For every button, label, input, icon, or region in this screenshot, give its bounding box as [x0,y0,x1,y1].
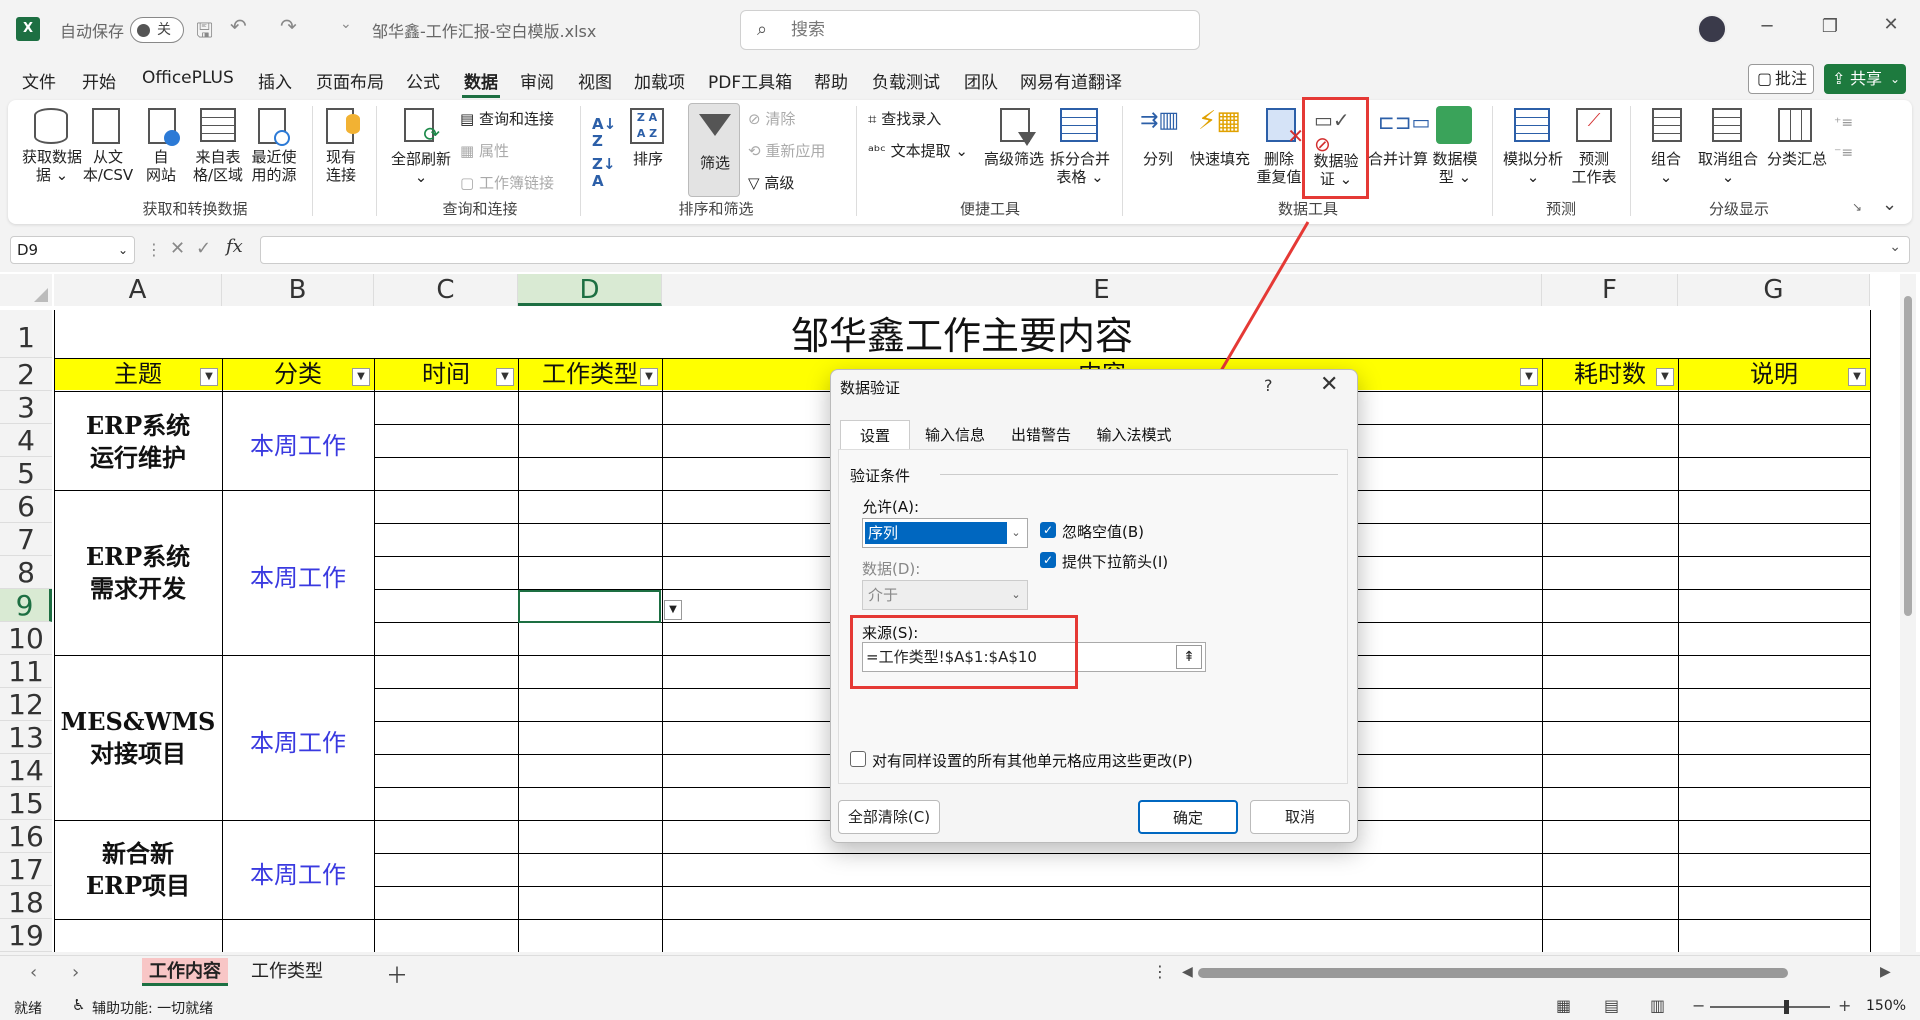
sheet-tab-work-type[interactable]: 工作类型 [236,958,338,986]
tab-settings[interactable]: 设置 [840,420,910,450]
dialog-close-icon[interactable]: ✕ [1320,372,1338,397]
apply-all-label: 对有同样设置的所有其他单元格应用这些更改(P) [872,752,1193,770]
ignore-blank-checkbox[interactable]: ✓ [1040,522,1056,538]
page-break-view-icon[interactable]: ▥ [1650,996,1665,1015]
zoom-slider-thumb[interactable] [1784,1000,1789,1014]
dialog-title: 数据验证 [840,379,901,397]
data-label: 数据(D): [862,560,921,578]
zoom-slider[interactable] [1710,1006,1830,1008]
accessibility-icon: ♿ [72,996,86,1014]
sheet-tab-work-content[interactable]: 工作内容 [142,958,228,986]
zoom-level[interactable]: 150% [1866,998,1906,1014]
scroll-right-icon[interactable]: ▶ [1880,964,1891,980]
cancel-button[interactable]: 取消 [1250,800,1350,834]
tab-input-message[interactable]: 输入信息 [912,420,998,450]
allow-select[interactable]: 序列 ⌄ [862,518,1028,548]
dropdown-arrow-checkbox[interactable]: ✓ [1040,552,1056,568]
collapse-dialog-icon[interactable]: ⇞ [1176,645,1202,669]
dropdown-arrow-label: 提供下拉箭头(I) [1062,553,1169,571]
source-highlight [850,615,1078,689]
accessibility-status[interactable]: 辅助功能: 一切就绪 [92,998,213,1018]
page-layout-view-icon[interactable]: ▤ [1604,996,1619,1015]
status-bar [0,992,1920,1020]
zoom-in-icon[interactable]: + [1838,996,1851,1015]
normal-view-icon[interactable]: ▦ [1556,996,1571,1015]
tab-error-alert[interactable]: 出错警告 [998,420,1084,450]
horizontal-scroll-thumb[interactable] [1198,968,1788,978]
prev-sheet-icon[interactable]: ‹ [30,962,37,983]
help-icon[interactable]: ? [1264,376,1273,395]
ignore-blank-label: 忽略空值(B) [1062,523,1144,541]
apply-all-checkbox[interactable] [850,751,866,767]
scroll-left-icon[interactable]: ◀ [1182,964,1193,980]
status-ready: 就绪 [14,1001,42,1017]
chevron-down-icon: ⌄ [1011,526,1021,539]
validation-criteria-label: 验证条件 [850,467,911,485]
section-divider [940,474,1338,475]
chevron-down-icon: ⌄ [1011,588,1021,601]
tab-ime-mode[interactable]: 输入法模式 [1084,420,1184,450]
add-sheet-icon[interactable]: ＋ [386,958,408,990]
next-sheet-icon[interactable]: › [72,962,79,983]
ok-button[interactable]: 确定 [1138,800,1238,834]
clear-all-button[interactable]: 全部清除(C) [838,800,940,834]
allow-label: 允许(A): [862,498,920,516]
zoom-out-icon[interactable]: − [1692,996,1705,1015]
more-options-icon[interactable]: ⋮ [1152,962,1168,981]
data-select[interactable]: 介于 ⌄ [862,580,1028,610]
